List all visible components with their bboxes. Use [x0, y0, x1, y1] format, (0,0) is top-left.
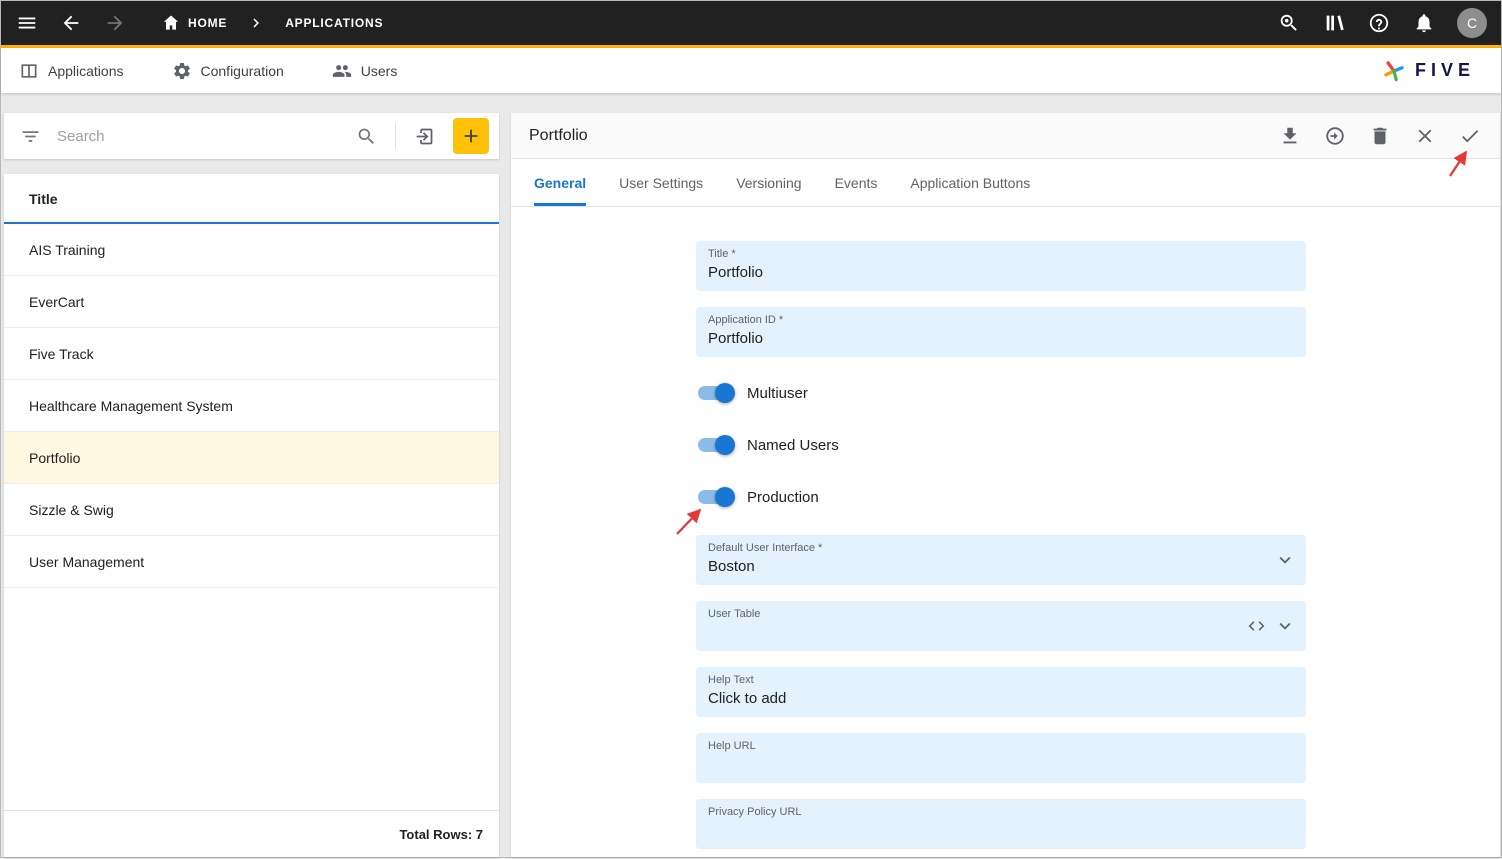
menu-item-label: Users [360, 62, 398, 79]
title-field-value: Portfolio [708, 264, 764, 281]
chevron-down-icon[interactable] [1274, 615, 1296, 637]
table-row[interactable]: Five Track [4, 328, 499, 380]
delete-icon[interactable] [1368, 124, 1392, 148]
five-pinwheel-icon [1384, 60, 1404, 81]
multiuser-toggle-row: Multiuser [696, 379, 1500, 407]
tab-events[interactable]: Events [835, 159, 878, 206]
production-toggle-row: Production [696, 483, 1500, 511]
back-icon[interactable] [59, 11, 83, 35]
help-url-field[interactable]: Help URL [696, 733, 1306, 783]
record-actions [1278, 124, 1482, 148]
general-form: Title * Portfolio Application ID * Portf… [511, 207, 1500, 857]
search-icon[interactable] [350, 126, 383, 147]
production-toggle-label: Production [747, 488, 819, 506]
record-title: Portfolio [529, 126, 588, 144]
user-table-select[interactable]: User Table [696, 601, 1306, 651]
title-field-label: Title * [708, 248, 736, 260]
add-record-button[interactable] [453, 118, 489, 154]
default-user-interface-select[interactable]: Default User Interface * Boston [696, 535, 1306, 585]
multiuser-toggle[interactable] [698, 383, 735, 403]
application-id-field[interactable]: Application ID * Portfolio [696, 307, 1306, 357]
named-users-toggle-label: Named Users [747, 436, 839, 454]
help-icon[interactable] [1367, 11, 1391, 35]
topbar: HOME APPLICATIONS C [1, 1, 1501, 48]
home-icon [163, 15, 179, 30]
forward-icon[interactable] [103, 11, 127, 35]
total-rows-label: Total Rows: 7 [4, 810, 499, 857]
brand-logo: FIVE [1381, 58, 1483, 84]
table-row-selected[interactable]: Portfolio [4, 432, 499, 484]
production-toggle[interactable] [698, 487, 735, 507]
chevron-down-icon[interactable] [1274, 549, 1296, 571]
menu-item-users[interactable]: Users [332, 61, 398, 81]
table-row[interactable]: AIS Training [4, 224, 499, 276]
help-text-field[interactable]: Help Text Click to add [696, 667, 1306, 717]
breadcrumb-home-label: HOME [188, 16, 228, 30]
inspect-icon[interactable] [1277, 11, 1301, 35]
tab-general[interactable]: General [534, 159, 587, 206]
table-row[interactable]: Healthcare Management System [4, 380, 499, 432]
help-text-label: Help Text [708, 674, 754, 686]
help-url-label: Help URL [708, 740, 756, 752]
menu-item-applications[interactable]: Applications [19, 61, 124, 81]
code-icon[interactable] [1247, 617, 1266, 636]
open-icon[interactable] [1323, 124, 1347, 148]
detail-tabs: General User Settings Versioning Events … [511, 159, 1500, 207]
notifications-icon[interactable] [1412, 11, 1436, 35]
table-column-header: Title [4, 174, 499, 224]
applications-table: Title AIS Training EverCart Five Track H… [4, 174, 499, 857]
menu-icon[interactable] [15, 11, 39, 35]
tab-application-buttons[interactable]: Application Buttons [910, 159, 1030, 206]
table-row[interactable]: Sizzle & Swig [4, 484, 499, 536]
docs-icon[interactable] [1322, 11, 1346, 35]
menu-item-configuration[interactable]: Configuration [172, 61, 284, 81]
save-check-icon[interactable] [1458, 124, 1482, 148]
title-field[interactable]: Title * Portfolio [696, 241, 1306, 291]
close-icon[interactable] [1413, 124, 1437, 148]
users-icon [332, 64, 351, 77]
applications-list-panel: Title AIS Training EverCart Five Track H… [4, 113, 499, 857]
tab-user-settings[interactable]: User Settings [619, 159, 703, 206]
brand-name: FIVE [1414, 60, 1475, 80]
filter-icon[interactable] [20, 126, 41, 147]
plus-icon [464, 129, 478, 143]
search-toolbar [4, 113, 499, 159]
user-table-value [708, 623, 1294, 643]
breadcrumb-chevron-icon [247, 14, 265, 32]
named-users-toggle[interactable] [698, 435, 735, 455]
menubar: Applications Configuration Users FIVE [1, 48, 1501, 93]
search-input[interactable] [57, 127, 350, 145]
record-detail-panel: Portfolio General User Settings Versioni… [511, 113, 1500, 857]
tab-versioning[interactable]: Versioning [736, 159, 801, 206]
named-users-toggle-row: Named Users [696, 431, 1500, 459]
help-text-value: Click to add [708, 690, 787, 707]
privacy-policy-url-field[interactable]: Privacy Policy URL [696, 799, 1306, 849]
import-icon[interactable] [408, 126, 441, 147]
download-icon[interactable] [1278, 124, 1302, 148]
user-table-label: User Table [708, 608, 761, 620]
breadcrumb-current[interactable]: APPLICATIONS [285, 16, 383, 30]
privacy-policy-url-label: Privacy Policy URL [708, 806, 802, 818]
application-id-field-value: Portfolio [708, 330, 764, 347]
configuration-gear-icon [173, 62, 190, 79]
breadcrumb-home[interactable]: HOME [161, 13, 227, 33]
table-row[interactable]: User Management [4, 536, 499, 588]
help-url-value [708, 755, 1294, 775]
content-area: Title AIS Training EverCart Five Track H… [1, 96, 1501, 857]
application-id-field-label: Application ID * [708, 314, 784, 326]
menu-item-label: Applications [48, 62, 124, 79]
table-row[interactable]: EverCart [4, 276, 499, 328]
menu-item-label: Configuration [200, 62, 284, 79]
default-user-interface-value: Boston [708, 558, 755, 575]
detail-header: Portfolio [511, 113, 1500, 159]
user-avatar[interactable]: C [1457, 8, 1487, 38]
toolbar-divider [395, 123, 396, 149]
topbar-actions: C [1277, 8, 1487, 38]
multiuser-toggle-label: Multiuser [747, 384, 808, 402]
default-user-interface-label: Default User Interface * [708, 542, 823, 554]
privacy-policy-url-value [708, 821, 1294, 841]
applications-icon [21, 63, 37, 78]
